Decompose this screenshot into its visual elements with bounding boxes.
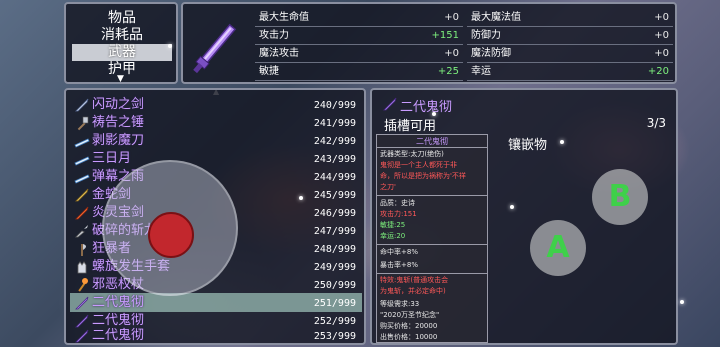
slot-label: 插槽可用 (384, 119, 437, 134)
chevron-down-icon[interactable]: ▼ (117, 75, 124, 84)
stat-agility-line: 敏捷:25 (380, 221, 406, 229)
item-note: "2020万圣节纪念" (380, 311, 440, 319)
buy-price: 购买价格：20000 (380, 322, 438, 330)
divider (377, 273, 487, 274)
sparkle-decoration (560, 140, 564, 144)
a-button[interactable]: A (530, 220, 586, 276)
inlay-label[interactable]: 镶嵌物 (508, 134, 547, 153)
description-header: 二代鬼彻 (377, 135, 487, 148)
list-item[interactable]: 闪动之剑 240/999 (70, 95, 362, 114)
description-line: 之刀' (380, 183, 396, 191)
category-menu: 物品 消耗品 武器 护甲 ▼ (64, 2, 178, 84)
fire-sword-icon (75, 206, 89, 220)
stat-max-mp: 最大魔法值 +0 (467, 9, 673, 27)
special-effect: 为鬼斩，并必定命中) (380, 287, 446, 295)
blade-icon (74, 174, 90, 184)
divider (377, 195, 487, 196)
sparkle-decoration (432, 112, 436, 116)
staff-icon (78, 278, 88, 292)
quality: 品质：史诗 (380, 199, 415, 207)
joystick-knob[interactable] (148, 212, 194, 258)
sparkle-decoration (299, 196, 303, 200)
crit-rate-bonus: 暴击率+8% (380, 261, 418, 269)
blade-icon (74, 156, 90, 166)
stat-luck-line: 幸运:20 (380, 232, 406, 240)
divider (377, 244, 487, 245)
stat-max-hp: 最大生命值 +0 (255, 9, 463, 27)
category-consumables[interactable]: 消耗品 (72, 27, 172, 44)
sell-price: 出售价格：10000 (380, 333, 438, 341)
list-item[interactable]: 祷告之锤 241/999 (70, 113, 362, 132)
description-line: 鬼彻是一个主人都死于非 (380, 161, 457, 169)
sparkle-decoration (510, 205, 514, 209)
purple-sword-icon (75, 296, 89, 310)
stat-magic-defense: 魔法防御 +0 (467, 45, 673, 63)
list-item[interactable]: 三日月 243/999 (70, 149, 362, 168)
sword-icon (75, 98, 89, 112)
hammer-icon (77, 116, 89, 131)
sword-icon (75, 188, 89, 202)
category-weapons[interactable]: 武器 (72, 44, 172, 61)
purple-sword-icon (193, 23, 237, 74)
stat-defense: 防御力 +0 (467, 27, 673, 45)
purple-sword-icon (383, 97, 397, 111)
glove-icon (77, 261, 87, 274)
detail-title: 二代鬼彻 (400, 100, 453, 115)
hit-rate-bonus: 命中率+8% (380, 248, 418, 256)
stat-agility: 敏捷 +25 (255, 63, 463, 81)
stats-panel: 最大生命值 +0 攻击力 +151 魔法攻击 +0 敏捷 +25 最大魔法值 +… (181, 2, 677, 84)
stat-magic-attack: 魔法攻击 +0 (255, 45, 463, 63)
axe-icon (81, 244, 86, 256)
stat-attack-line: 攻击力:151 (380, 210, 417, 218)
weapon-type: 武器类型:太刀(绝伤) (380, 150, 444, 158)
broken-sword-icon (75, 225, 88, 238)
category-items[interactable]: 物品 (72, 10, 172, 27)
slot-count: 3/3 (646, 116, 666, 130)
stat-attack: 攻击力 +151 (255, 27, 463, 45)
list-item[interactable]: 二代鬼彻 253/999 (70, 326, 362, 345)
list-item[interactable]: 剥影魔刀 242/999 (70, 131, 362, 150)
list-item-selected[interactable]: 二代鬼彻 251/999 (70, 293, 362, 312)
special-effect: 特效:鬼斩(普通攻击会 (380, 276, 449, 284)
stat-luck: 幸运 +20 (467, 63, 673, 81)
level-requirement: 等级需求:33 (380, 300, 420, 308)
blade-icon (74, 138, 90, 148)
description-line: 命，所以是把为祸称为'不祥 (380, 172, 466, 180)
b-button[interactable]: B (592, 169, 648, 225)
purple-sword-icon (75, 329, 89, 343)
sparkle-decoration (168, 44, 172, 48)
sparkle-decoration (680, 300, 684, 304)
description-box: 二代鬼彻 武器类型:太刀(绝伤) 鬼彻是一个主人都死于非 命，所以是把为祸称为'… (376, 134, 488, 343)
